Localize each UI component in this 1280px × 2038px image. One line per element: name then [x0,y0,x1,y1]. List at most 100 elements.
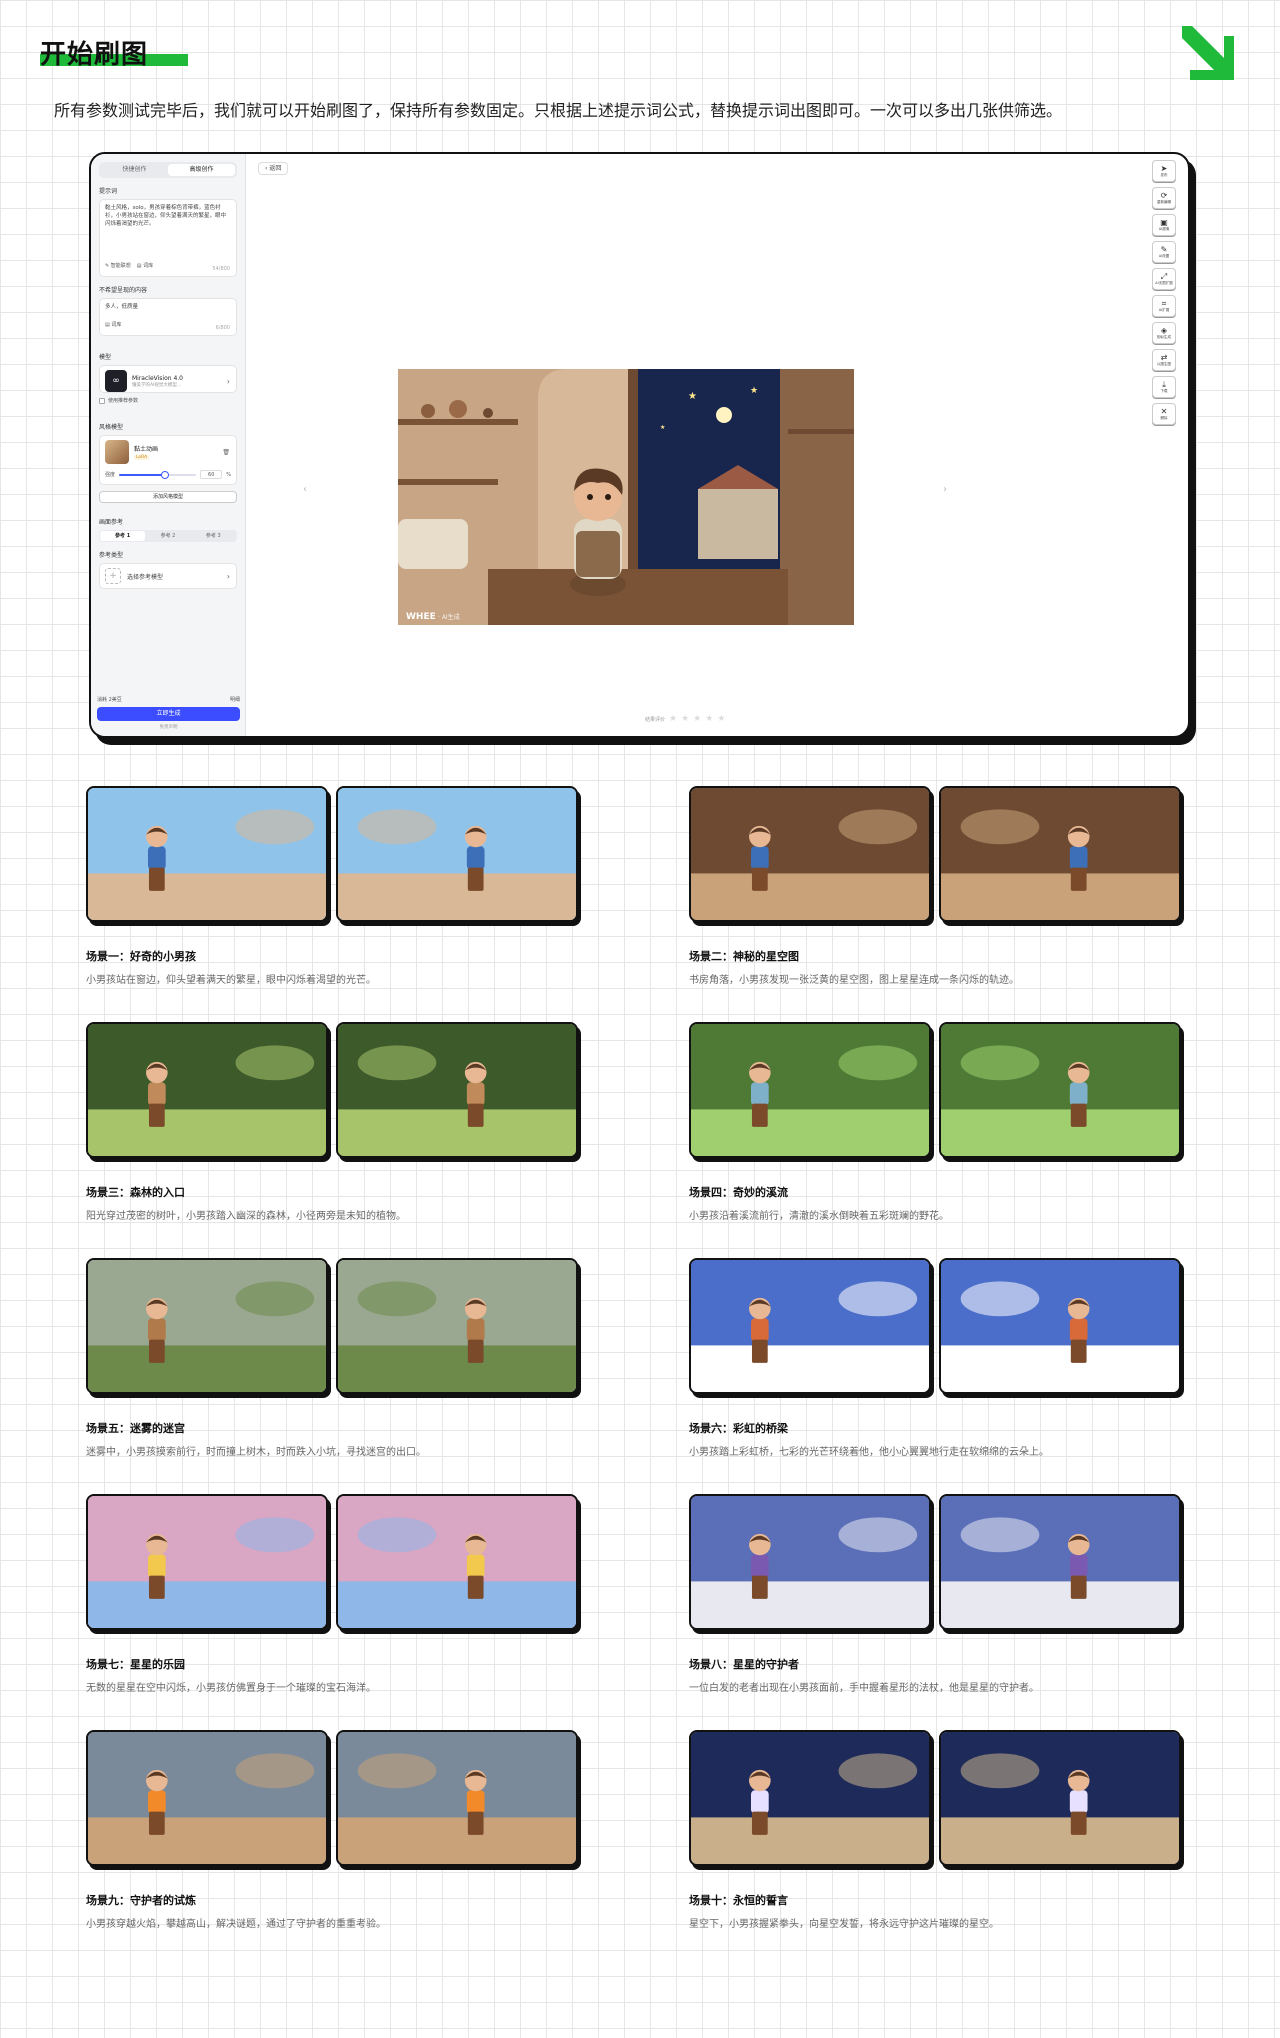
variation-icon: ◈ [1160,326,1168,335]
lexicon-button[interactable]: ▤ 词库 [137,262,153,269]
tab-ref-1[interactable]: 参考 1 [100,531,146,541]
toolbar-button-4[interactable]: ⤢ AI无限扩图 [1152,268,1176,290]
add-style-button[interactable]: 添加风格模型 [99,491,237,503]
scene-image [689,786,931,922]
scene-description: 小男孩沿着溪流前行，清澈的溪水倒映着五彩斑斓的野花。 [689,1211,949,1222]
scene-image [939,1494,1181,1630]
recommend-params-toggle[interactable]: 使用推荐参数 [99,397,237,404]
watermark-sub: · AI生成 [438,613,460,621]
scene-image [86,1258,328,1394]
generate-button[interactable]: 立即生成 [97,707,240,721]
model-select[interactable]: ∞ MiracleVision 4.0 懂美学的AI视觉大模型... › [99,365,237,393]
prev-image-arrow[interactable]: ‹ [303,484,307,495]
star-icon[interactable]: ★ [693,714,701,724]
toolbar-label: AI改图 [1158,254,1170,258]
scene-description: 小男孩踏上彩虹桥，七彩的光芒环绕着他，他小心翼翼地行走在软绵绵的云朵上。 [689,1447,1049,1458]
toolbar-button-2[interactable]: ▣ AI超清 [1152,214,1176,236]
scene-description: 迷雾中，小男孩摸索前行，时而撞上树木，时而跌入小坑，寻找迷宫的出口。 [86,1447,426,1458]
scene-image [86,1022,328,1158]
app-window: 快捷创作 高级创作 提示词 黏土风格，solo，男孩穿着棕色背带裤，蓝色衬衫，小… [89,152,1190,738]
redraw-icon: ⟳ [1160,191,1168,200]
toolbar-button-7[interactable]: ⇄ 以图生图 [1152,349,1176,371]
scene-description: 星空下，小男孩握紧拳头，向星空发誓，将永远守护这片璀璨的星空。 [689,1919,999,1930]
tab-ref-3[interactable]: 参考 3 [191,531,236,541]
tab-quick-create[interactable]: 快捷创作 [101,164,168,176]
scene-title: 场景九：守护者的试炼 [86,1894,196,1907]
toolbar-button-5[interactable]: ⌗ AI扩展 [1152,295,1176,317]
generated-image[interactable]: ★ ★ ★ WHEE · AI生成 [398,369,854,625]
toolbar-label: 以图生图 [1157,362,1171,366]
toolbar-label: 发布 [1160,173,1168,177]
toolbar-button-3[interactable]: ✎ AI改图 [1152,241,1176,263]
ref-type-select[interactable]: + 选择参考模型 › [99,563,237,589]
star-icon[interactable]: ★ [717,714,725,724]
prompt-text[interactable]: 黏土风格，solo，男孩穿着棕色背带裤，蓝色衬衫，小男孩站在窗边，仰头望着满天的… [105,204,231,262]
ref-label: 画面参考 [99,519,124,526]
rating-label: 结果评价 [645,716,666,723]
scene-card: 场景一：好奇的小男孩小男孩站在窗边，仰头望着满天的繁星，眼中闪烁着渴望的光芒。 [86,786,586,986]
generate-panel: 消耗 2美豆 明细 立即生成 免责声明 [97,696,240,730]
toolbar-button-9[interactable]: ✕ 删除 [1152,403,1176,425]
checkbox-icon [99,397,105,404]
chevron-right-icon: › [226,376,230,386]
scene-card: 场景八：星星的守护者 一位白发的老者出现在小男孩面前，手中握着星形的法杖，他是星星… [689,1494,1189,1694]
star-icon[interactable]: ★ [705,714,713,724]
scene-image [939,786,1181,922]
slider-fill [119,473,166,476]
back-label: 返回 [269,165,282,172]
strength-slider[interactable] [119,470,197,479]
scene-card: 场景五：迷雾的迷宫 迷雾中，小男孩摸索前行，时而撞上树木，时而跌入小坑，寻找迷宫的… [86,1258,586,1458]
scene-description: 小男孩站在窗边，仰头望着满天的繁星，眼中闪烁着渴望的光芒。 [86,975,376,986]
arrow-down-right-icon [1182,26,1234,80]
ref-tabs: 参考 1 参考 2 参考 3 [99,530,237,542]
prompt-input[interactable]: 黏土风格，solo，男孩穿着棕色背带裤，蓝色衬衫，小男孩站在窗边，仰头望着满天的… [99,199,237,277]
eraser-icon: ✎ [1160,245,1168,254]
strength-value[interactable]: 60 [200,470,223,479]
tab-advanced-create[interactable]: 高级创作 [168,164,235,176]
negative-lexicon-button[interactable]: ▤ 词库 [105,321,121,328]
star-icon[interactable]: ★ [669,714,677,724]
disclaimer-link[interactable]: 免责声明 [97,724,240,730]
toolbar-button-8[interactable]: ⤓ 下载 [1152,376,1176,398]
scene-image [86,1494,328,1630]
scene-image [336,1022,578,1158]
scene-images [689,1494,1189,1630]
scene-title: 场景六：彩虹的桥梁 [689,1422,788,1435]
back-button[interactable]: ‹ 返回 [258,162,289,175]
scene-image [689,1022,931,1158]
image-to-image-icon: ⇄ [1160,353,1168,362]
tab-ref-2[interactable]: 参考 2 [145,531,190,541]
scene-image [689,1730,931,1866]
negative-label: 不希望呈现的内容 [99,287,148,294]
scene-images [86,1258,586,1394]
scene-image [86,1730,328,1866]
toolbar-button-1[interactable]: ⟳ 重新编辑 [1152,187,1176,209]
slider-handle[interactable] [161,470,170,479]
watermark-logo: WHEE [406,612,436,622]
scene-image [336,1730,578,1866]
scene-image [336,1258,578,1394]
scene-title: 场景三：森林的入口 [86,1186,185,1199]
upscale-icon: ▣ [1160,218,1168,227]
model-logo-icon: ∞ [105,370,127,392]
scene-image [86,786,328,922]
toolbar-button-6[interactable]: ◈ 相似生成 [1152,322,1176,344]
star-icon[interactable]: ★ [681,714,689,724]
negative-text[interactable]: 多人，低质量 [105,303,231,321]
cost-detail-link[interactable]: 明细 [230,696,240,703]
scene-title: 场景一：好奇的小男孩 [86,950,196,963]
scene-card: 场景三：森林的入口阳光穿过茂密的树叶，小男孩踏入幽深的森林，小径两旁是未知的植物… [86,1022,586,1222]
scene-images [689,1258,1189,1394]
scene-card: 场景七：星星的乐园 无数的星星在空中闪烁，小男孩仿佛置身于一个璀璨的宝石海洋。 [86,1494,586,1694]
delete-style-icon[interactable]: 🗑 [222,449,230,456]
intro-text: 所有参数测试完毕后，我们就可以开始刷图了，保持所有参数固定。只根据上述提示词公式… [54,101,1063,120]
negative-input[interactable]: 多人，低质量 ▤ 词库 6/800 [99,298,237,336]
next-image-arrow[interactable]: › [943,484,947,495]
scene-description: 阳光穿过茂密的树叶，小男孩踏入幽深的森林，小径两旁是未知的植物。 [86,1211,406,1222]
toolbar-button-0[interactable]: ➤ 发布 [1152,160,1176,182]
title-block: 开始刷图 [40,34,188,71]
scene-image [939,1730,1181,1866]
smart-suggest-button[interactable]: ✎ 智能联想 [105,262,131,269]
scene-title: 场景十：永恒的誓言 [689,1894,788,1907]
scene-images [86,1494,586,1630]
